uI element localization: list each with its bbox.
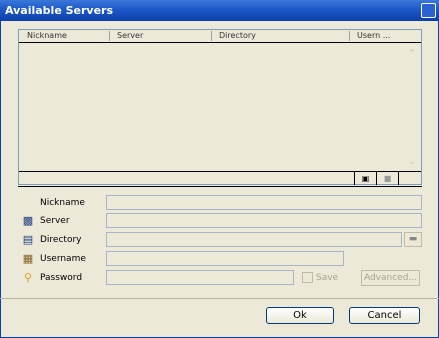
nickname-field[interactable] <box>106 195 422 210</box>
button-area-separator <box>0 298 439 299</box>
list-separator <box>18 186 422 187</box>
toolbar-spacer <box>398 172 421 185</box>
username-label: Username <box>40 254 86 264</box>
list-toolbar: ▣ ■ <box>19 171 421 185</box>
folder-icon: ▬ <box>408 234 418 244</box>
save-password-label: Save <box>316 273 339 283</box>
column-header-server[interactable]: Server <box>117 31 143 42</box>
scroll-up-arrow-icon[interactable]: ⌃ <box>407 50 417 59</box>
column-header-username[interactable]: Usern ... <box>357 31 390 42</box>
directory-label: Directory <box>40 235 82 245</box>
directory-field[interactable] <box>106 232 402 247</box>
cancel-button[interactable]: Cancel <box>349 307 420 324</box>
user-icon: ▦ <box>22 252 34 265</box>
key-icon: ⚲ <box>23 271 33 284</box>
server-icon: ▩ <box>22 214 34 227</box>
column-separator[interactable] <box>349 31 350 41</box>
title-bar: Available Servers <box>0 0 439 21</box>
new-document-icon: ▣ <box>361 174 370 183</box>
book-icon: ▤ <box>22 233 34 246</box>
dialog-border-left <box>0 21 1 338</box>
server-field[interactable] <box>106 213 422 228</box>
password-field[interactable] <box>106 270 294 285</box>
scroll-down-arrow-icon[interactable]: ⌄ <box>407 158 417 167</box>
column-separator[interactable] <box>211 31 212 41</box>
save-password-checkbox[interactable] <box>302 272 313 283</box>
server-label: Server <box>40 216 70 226</box>
server-list[interactable]: Nickname Server Directory Usern ... ⌃ ⌄ … <box>18 29 422 185</box>
trash-icon: ■ <box>383 174 392 183</box>
password-label: Password <box>40 273 83 283</box>
window-title: Available Servers <box>5 4 114 17</box>
delete-server-button[interactable]: ■ <box>376 172 398 185</box>
new-server-button[interactable]: ▣ <box>354 172 376 185</box>
nickname-label: Nickname <box>40 198 85 208</box>
column-header-nickname[interactable]: Nickname <box>27 31 67 42</box>
browse-directory-button[interactable]: ▬ <box>404 232 422 247</box>
username-field[interactable] <box>106 251 344 266</box>
column-header-directory[interactable]: Directory <box>219 31 256 42</box>
column-separator[interactable] <box>109 31 110 41</box>
close-button[interactable] <box>421 3 436 18</box>
list-header: Nickname Server Directory Usern ... <box>19 30 421 43</box>
advanced-button[interactable]: Advanced... <box>361 270 420 286</box>
ok-button[interactable]: Ok <box>266 307 334 324</box>
